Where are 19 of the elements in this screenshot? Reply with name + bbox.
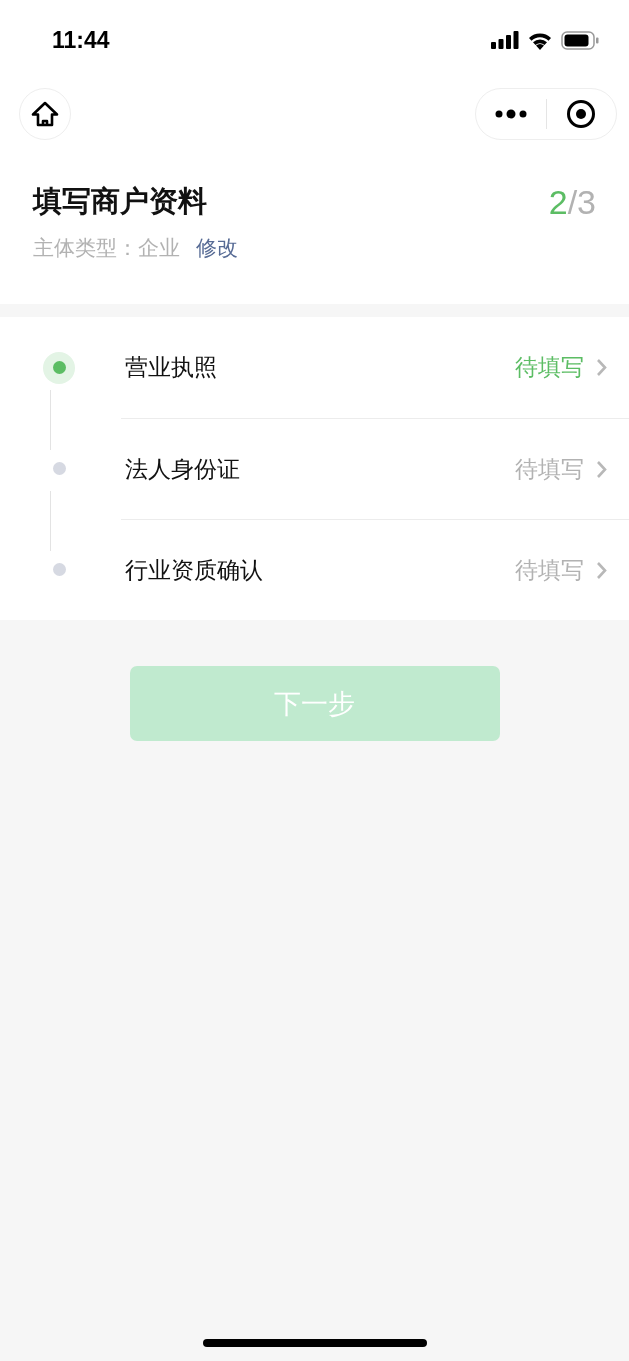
home-button[interactable]	[19, 88, 71, 140]
more-icon	[494, 109, 527, 119]
target-icon	[566, 99, 597, 129]
step-item[interactable]: 行业资质确认 待填写	[121, 518, 629, 621]
home-icon	[31, 101, 59, 127]
edit-link[interactable]: 修改	[196, 234, 238, 262]
progress-total: /3	[567, 182, 596, 222]
step-item[interactable]: 营业执照 待填写	[121, 317, 629, 418]
signal-icon	[491, 31, 519, 49]
battery-icon	[561, 30, 599, 50]
subject-label: 主体类型：	[33, 235, 138, 262]
subject-value: 企业	[138, 235, 180, 262]
status-time: 11:44	[52, 26, 110, 54]
step-item[interactable]: 法人身份证 待填写	[121, 417, 629, 520]
chevron-icon	[596, 358, 607, 377]
page-title: 填写商户资料	[33, 183, 207, 220]
progress-current: 2	[548, 182, 568, 222]
chevron-icon	[596, 459, 607, 479]
chevron-icon	[596, 560, 607, 580]
